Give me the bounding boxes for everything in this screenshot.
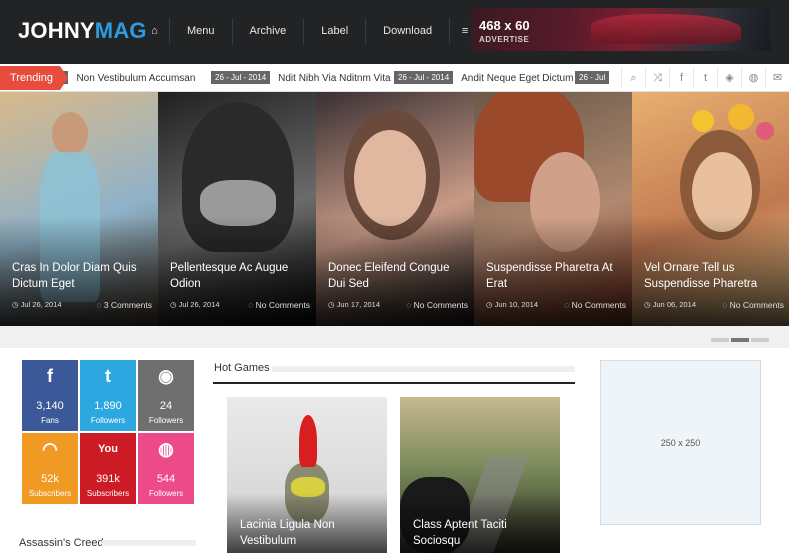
slide-figure — [52, 112, 88, 156]
facebook-icon[interactable]: f — [669, 68, 693, 88]
slide-meta: ◷ Jul 26, 2014 ◌ 3 Comments — [12, 300, 152, 310]
rss-icon: ◠ — [42, 439, 58, 459]
social-twitter[interactable]: t 1,890 Followers — [80, 360, 136, 431]
slide-title[interactable]: Suspendisse Pharetra At Erat — [486, 260, 624, 292]
slider-pagination — [711, 338, 769, 342]
social-youtube[interactable]: You 391k Subscribers — [80, 433, 136, 504]
trending-label: Trending — [0, 66, 68, 90]
social-count: 1,890 — [94, 400, 122, 412]
social-github[interactable]: ◉ 24 Followers — [138, 360, 194, 431]
social-rss[interactable]: ◠ 52k Subscribers — [22, 433, 78, 504]
social-dribbble[interactable]: ◍ 544 Followers — [138, 433, 194, 504]
slide-title[interactable]: Pellentesque Ac Augue Odion — [170, 260, 308, 292]
slide-comments: ◌ No Comments — [248, 300, 310, 310]
slide[interactable]: Cras In Dolor Diam Quis Dictum Eget ◷ Ju… — [0, 92, 158, 326]
site-logo[interactable]: JOHNYMAG — [18, 18, 147, 44]
facebook-icon: f — [47, 366, 53, 386]
search-icon[interactable]: ⌕ — [621, 68, 645, 88]
social-label: Subscribers — [28, 489, 72, 498]
ticker-item[interactable]: 4Non Vestibulum Accumsan — [56, 71, 195, 84]
slide-meta: ◷ Jun 17, 2014 ◌ No Comments — [328, 300, 468, 310]
slide-comments: ◌ 3 Comments — [96, 300, 152, 310]
home-icon[interactable]: ⌂ — [140, 18, 170, 44]
ticker-icons: ⌕ ⤨ f t ◈ ◍ ✉ — [621, 68, 789, 88]
slide-comments: ◌ No Comments — [406, 300, 468, 310]
slide[interactable]: Suspendisse Pharetra At Erat ◷ Jun 10, 2… — [474, 92, 632, 326]
card-title[interactable]: Lacinia Ligula Non Vestibulum — [240, 517, 379, 549]
youtube-icon: You — [98, 443, 118, 455]
slide-comments: ◌ No Comments — [722, 300, 784, 310]
dribbble-icon[interactable]: ◍ — [741, 68, 765, 88]
ad-size-label: 468 x 60 — [479, 18, 530, 33]
slide-date: ◷ Jun 17, 2014 — [328, 300, 381, 309]
nav-menu[interactable]: Menu — [170, 18, 233, 44]
social-count: 544 — [156, 473, 176, 485]
section-title-hot-games: Hot Games — [214, 362, 270, 374]
slide-meta: ◷ Jun 10, 2014 ◌ No Comments — [486, 300, 626, 310]
trending-ticker: 4Non Vestibulum Accumsan 26 - Jul - 2014… — [0, 64, 789, 92]
slider-dot-active[interactable] — [731, 338, 749, 342]
featured-slider: Cras In Dolor Diam Quis Dictum Eget ◷ Ju… — [0, 92, 789, 326]
slide-flower — [692, 110, 714, 132]
ad-advertise-label: ADVERTISE — [479, 35, 530, 44]
header-ad-banner[interactable]: 468 x 60 ADVERTISE — [471, 8, 770, 51]
section-title-assassins: Assassin's Creed — [19, 537, 104, 549]
slide-date: ◷ Jul 26, 2014 — [170, 300, 220, 309]
section-divider — [213, 382, 575, 384]
game-card[interactable]: Class Aptent Taciti Sociosqu — [400, 397, 560, 553]
social-count: 391k — [96, 473, 120, 485]
slide-date: ◷ Jun 10, 2014 — [486, 300, 539, 309]
ticker-item[interactable]: 26 - Jul - 2014 Andit Neque Eget Dictum — [394, 71, 573, 84]
slide-title[interactable]: Cras In Dolor Diam Quis Dictum Eget — [12, 260, 150, 292]
social-facebook[interactable]: f 3,140 Fans — [22, 360, 78, 431]
slide-meta: ◷ Jul 26, 2014 ◌ No Comments — [170, 300, 310, 310]
slide-date: ◷ Jun 06, 2014 — [644, 300, 697, 309]
social-count: 3,140 — [36, 400, 64, 412]
slide-flower — [728, 104, 754, 130]
dribbble-icon: ◍ — [158, 439, 174, 459]
social-label: Followers — [148, 489, 184, 498]
twitter-icon[interactable]: t — [693, 68, 717, 88]
shuffle-icon[interactable]: ⤨ — [645, 68, 669, 88]
ticker-item[interactable]: 26 - Jul — [575, 71, 617, 84]
nav-archive[interactable]: Archive — [233, 18, 305, 44]
slider-dot[interactable] — [711, 338, 729, 342]
social-label: Subscribers — [86, 489, 130, 498]
social-label: Followers — [90, 416, 126, 425]
main-nav: ⌂ Menu Archive Label Download ≡ — [140, 18, 480, 44]
slide-flower — [756, 122, 774, 140]
mail-icon[interactable]: ✉ — [765, 68, 789, 88]
slide-comments: ◌ No Comments — [564, 300, 626, 310]
card-figure-plume — [299, 415, 317, 467]
github-icon: ◉ — [158, 366, 174, 386]
ticker-item[interactable]: 26 - Jul - 2014 Ndit Nibh Via Nditnm Vita — [211, 71, 391, 84]
slide[interactable]: Vel Ornare Tell us Suspendisse Pharetra … — [632, 92, 789, 326]
slide-meta: ◷ Jun 06, 2014 ◌ No Comments — [644, 300, 784, 310]
nav-download[interactable]: Download — [366, 18, 451, 44]
social-count: 52k — [41, 473, 59, 485]
nav-label[interactable]: Label — [304, 18, 367, 44]
rss-icon[interactable]: ◈ — [717, 68, 741, 88]
slide-date: ◷ Jul 26, 2014 — [12, 300, 62, 309]
slide-title[interactable]: Donec Eleifend Congue Dui Sed — [328, 260, 466, 292]
social-label: Followers — [148, 416, 184, 425]
twitter-icon: t — [105, 366, 111, 386]
site-header: JOHNYMAG ⌂ Menu Archive Label Download ≡… — [0, 0, 789, 64]
slider-dot[interactable] — [751, 338, 769, 342]
game-card[interactable]: Lacinia Ligula Non Vestibulum — [227, 397, 387, 553]
slide-title[interactable]: Vel Ornare Tell us Suspendisse Pharetra — [644, 260, 782, 292]
slide[interactable]: Donec Eleifend Congue Dui Sed ◷ Jun 17, … — [316, 92, 474, 326]
social-counter-widget: f 3,140 Fans t 1,890 Followers ◉ 24 Foll… — [22, 360, 196, 504]
card-title[interactable]: Class Aptent Taciti Sociosqu — [413, 517, 552, 549]
section-title-line — [102, 540, 196, 546]
sidebar-ad-250[interactable]: 250 x 250 — [600, 360, 761, 525]
ad-car-image — [591, 14, 741, 44]
social-label: Fans — [41, 416, 59, 425]
slide-figure-face — [354, 130, 426, 226]
slide[interactable]: Pellentesque Ac Augue Odion ◷ Jul 26, 20… — [158, 92, 316, 326]
section-title-line — [272, 366, 575, 372]
social-count: 24 — [159, 400, 173, 412]
